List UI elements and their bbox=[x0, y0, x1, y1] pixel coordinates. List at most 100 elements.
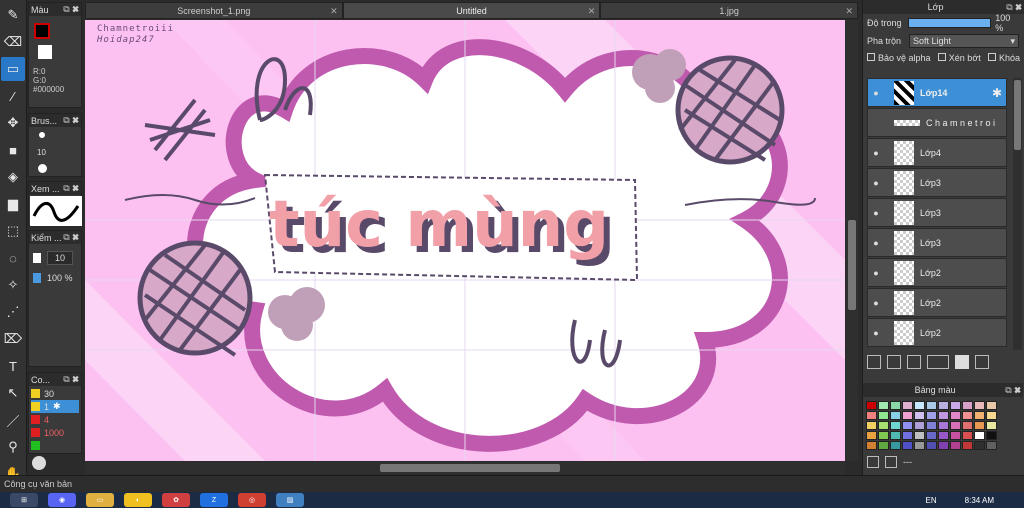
drawing-canvas[interactable]: túc mùng túc mùng Chamnetroiii Hoidap247 bbox=[85, 20, 845, 461]
color-swatch[interactable] bbox=[914, 421, 925, 430]
lasso-tool-icon[interactable]: ◌ bbox=[1, 246, 25, 270]
magic-wand-icon[interactable]: ✧ bbox=[1, 273, 25, 297]
picasa-icon[interactable]: ✿ bbox=[162, 493, 190, 507]
eraser-tool-icon[interactable]: ⌫ bbox=[1, 30, 25, 54]
discord-icon[interactable]: ◉ bbox=[48, 493, 76, 507]
color-swatch[interactable] bbox=[902, 431, 913, 440]
panel-controls-icon[interactable]: ⧉ ✖ bbox=[1005, 385, 1021, 396]
color-swatch[interactable] bbox=[878, 441, 889, 450]
brush-size[interactable]: 10 bbox=[37, 148, 46, 157]
layer-item-14[interactable]: ● Lớp14 ✱ bbox=[867, 78, 1007, 107]
layer-copy-icon[interactable] bbox=[975, 355, 989, 369]
gear-icon[interactable]: ✱ bbox=[53, 401, 61, 412]
color-swatch[interactable] bbox=[866, 411, 877, 420]
select-tool-icon[interactable]: ⬚ bbox=[1, 219, 25, 243]
eye-icon[interactable]: ● bbox=[870, 238, 882, 248]
color-swatch[interactable] bbox=[962, 411, 973, 420]
color-swatch[interactable] bbox=[914, 411, 925, 420]
color-swatch[interactable] bbox=[962, 421, 973, 430]
color-swatch[interactable] bbox=[974, 441, 985, 450]
gradient-tool-icon[interactable]: ▆ bbox=[1, 192, 25, 216]
gear-icon[interactable]: ✱ bbox=[992, 86, 1002, 100]
control-size-input[interactable]: 10 bbox=[47, 251, 73, 265]
color-swatch[interactable] bbox=[926, 441, 937, 450]
color-swatch[interactable] bbox=[890, 411, 901, 420]
control-opacity[interactable]: 100 % bbox=[47, 273, 73, 283]
color-swatch[interactable] bbox=[986, 411, 997, 420]
color-swatch[interactable] bbox=[986, 421, 997, 430]
brush-add-icon[interactable] bbox=[32, 456, 46, 470]
protect-alpha-checkbox[interactable]: Bảo vệ alpha bbox=[867, 53, 931, 63]
brush-tool-icon[interactable]: ∕ bbox=[1, 84, 25, 108]
panel-controls-icon[interactable]: ⧉ ✖ bbox=[1006, 2, 1022, 13]
tab-screenshot[interactable]: Screenshot_1.png ✕ bbox=[85, 2, 343, 19]
eye-icon[interactable]: ● bbox=[870, 148, 882, 158]
vertical-scroll-thumb[interactable] bbox=[848, 220, 856, 310]
bucket-tool-icon[interactable]: ◈ bbox=[1, 165, 25, 189]
color-swatch[interactable] bbox=[902, 421, 913, 430]
eye-icon[interactable]: ● bbox=[870, 328, 882, 338]
divide-tool-icon[interactable]: ／ bbox=[1, 408, 25, 432]
color-swatch[interactable] bbox=[986, 441, 997, 450]
panel-controls-icon[interactable]: ⧉ ✖ bbox=[63, 232, 79, 243]
color-swatch[interactable] bbox=[950, 441, 961, 450]
clipping-checkbox[interactable]: Xén bớt bbox=[937, 53, 981, 63]
add-swatch-icon[interactable] bbox=[867, 456, 879, 468]
color-swatch[interactable] bbox=[890, 431, 901, 440]
layer-item[interactable]: ● Lớp2 bbox=[867, 258, 1007, 287]
layer-item[interactable]: ● Lớp3 bbox=[867, 168, 1007, 197]
eyedropper-icon[interactable]: ⚲ bbox=[1, 435, 25, 459]
move-tool-icon[interactable]: ✥ bbox=[1, 111, 25, 135]
photos-icon[interactable]: ▨ bbox=[276, 493, 304, 507]
brush-list-item[interactable]: 4 bbox=[31, 413, 79, 426]
color-swatch[interactable] bbox=[974, 411, 985, 420]
color-swatch[interactable] bbox=[890, 401, 901, 410]
color-swatch[interactable] bbox=[878, 431, 889, 440]
duplicate-layer-icon[interactable] bbox=[907, 355, 921, 369]
color-swatch[interactable] bbox=[926, 411, 937, 420]
color-swatch[interactable] bbox=[962, 441, 973, 450]
color-swatch[interactable] bbox=[986, 431, 997, 440]
color-swatch[interactable] bbox=[866, 421, 877, 430]
close-icon[interactable]: ✕ bbox=[330, 6, 338, 17]
color-swatch[interactable] bbox=[950, 421, 961, 430]
new-layer-icon[interactable] bbox=[867, 355, 881, 369]
color-swatch[interactable] bbox=[962, 401, 973, 410]
opacity-slider[interactable] bbox=[907, 18, 992, 28]
color-swatch[interactable] bbox=[902, 441, 913, 450]
start-icon[interactable]: ⊞ bbox=[10, 493, 38, 507]
new-layer-folder-icon[interactable] bbox=[887, 355, 901, 369]
eye-icon[interactable]: ● bbox=[870, 298, 882, 308]
chrome-icon[interactable]: ◎ bbox=[238, 493, 266, 507]
color-swatch[interactable] bbox=[950, 401, 961, 410]
color-swatch[interactable] bbox=[890, 441, 901, 450]
panel-controls-icon[interactable]: ⧉ ✖ bbox=[63, 183, 79, 194]
folder-icon[interactable] bbox=[955, 355, 969, 369]
eye-icon[interactable]: ● bbox=[870, 268, 882, 278]
color-swatch[interactable] bbox=[938, 421, 949, 430]
color-swatch[interactable] bbox=[890, 421, 901, 430]
eye-icon[interactable]: ● bbox=[870, 208, 882, 218]
color-swatch[interactable] bbox=[950, 431, 961, 440]
text-tool-icon[interactable]: T bbox=[1, 354, 25, 378]
foreground-color[interactable] bbox=[34, 23, 50, 39]
blend-mode-select[interactable]: Soft Light ▾ bbox=[909, 34, 1019, 48]
color-swatch[interactable] bbox=[914, 441, 925, 450]
panel-controls-icon[interactable]: ⧉ ✖ bbox=[63, 115, 79, 126]
brush-list-item[interactable] bbox=[31, 439, 79, 452]
layer-item[interactable]: ● Lớp3 bbox=[867, 228, 1007, 257]
color-swatch[interactable] bbox=[974, 401, 985, 410]
layer-item[interactable]: ● Lớp2 bbox=[867, 288, 1007, 317]
color-swatch[interactable] bbox=[914, 401, 925, 410]
brush-list-item[interactable]: 30 bbox=[31, 387, 79, 400]
select-eraser-icon[interactable]: ⌦ bbox=[1, 327, 25, 351]
eye-icon[interactable]: ● bbox=[870, 178, 882, 188]
operation-tool-icon[interactable]: ↖ bbox=[1, 381, 25, 405]
color-swatch[interactable] bbox=[974, 431, 985, 440]
color-swatch[interactable] bbox=[950, 411, 961, 420]
pen-tool-icon[interactable]: ✎ bbox=[1, 3, 25, 27]
close-icon[interactable]: ✕ bbox=[588, 6, 596, 17]
select-pen-icon[interactable]: ⋰ bbox=[1, 300, 25, 324]
color-swatch[interactable] bbox=[962, 431, 973, 440]
close-icon[interactable]: ✕ bbox=[845, 6, 853, 17]
